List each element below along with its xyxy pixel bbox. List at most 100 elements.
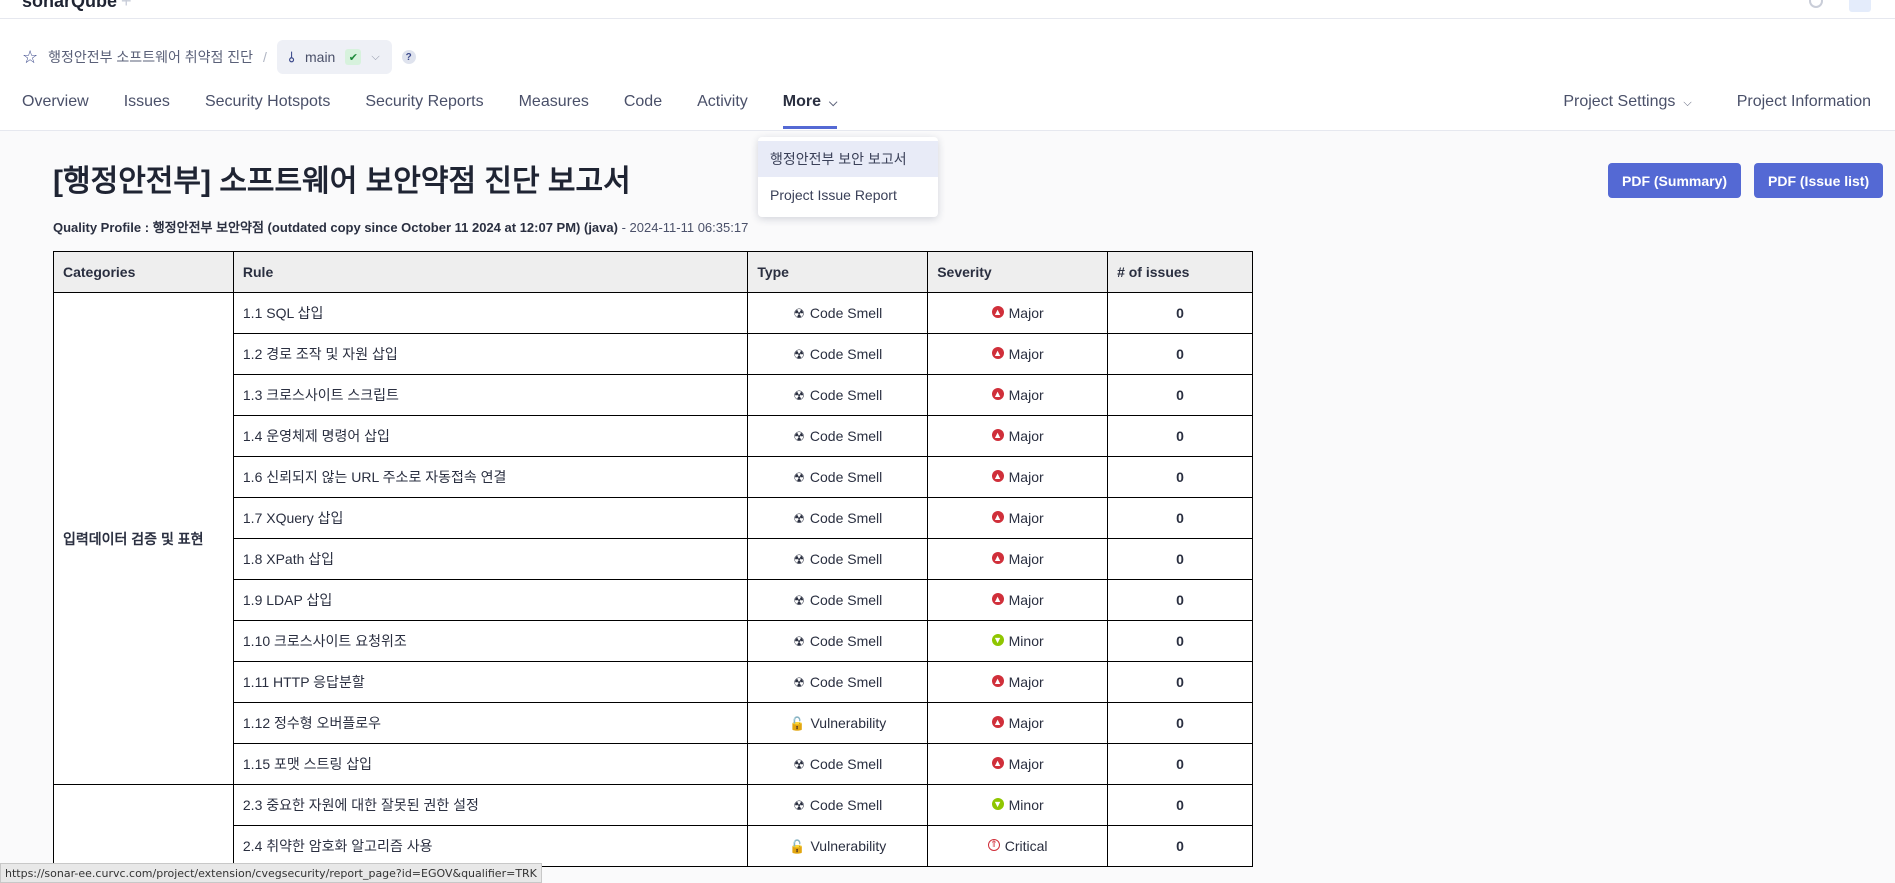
pdf-summary-button[interactable]: PDF (Summary) [1608, 163, 1742, 198]
project-settings-menu[interactable]: Project Settings ⌵ [1563, 89, 1691, 129]
type-label: Code Smell [809, 345, 883, 362]
question-icon[interactable]: ? [401, 50, 416, 64]
arrow-up-icon: ▲ [991, 593, 1004, 606]
issue-count-cell[interactable]: 0 [1107, 620, 1253, 662]
type-label: Code Smell [809, 509, 883, 526]
tab-measures[interactable]: Measures [519, 89, 589, 129]
quality-profile-label: Quality Profile : [53, 220, 153, 235]
arrow-up-icon: ▲ [991, 388, 1004, 401]
rule-cell[interactable]: 1.12 정수형 오버플로우 [232, 702, 749, 744]
severity-label: Major [1008, 469, 1044, 485]
rule-cell[interactable]: 1.6 신뢰되지 않는 URL 주소로 자동접속 연결 [232, 456, 749, 498]
arrow-down-icon: ▼ [991, 798, 1004, 811]
radiation-icon: ☢ [793, 797, 805, 813]
rule-cell[interactable]: 1.10 크로스사이트 요청위조 [232, 620, 749, 662]
table-row: 1.3 크로스사이트 스크립트 ☢ Code Smell ▲ Major 0 [54, 374, 1253, 416]
rule-cell[interactable]: 2.3 중요한 자원에 대한 잘못된 권한 설정 [232, 784, 749, 826]
tab-security-hotspots[interactable]: Security Hotspots [205, 89, 330, 129]
severity-cell: ▲ Major [927, 661, 1109, 703]
issue-count-cell[interactable]: 0 [1107, 579, 1253, 621]
avatar[interactable] [1849, 0, 1871, 12]
type-cell: 🔓 Vulnerability [747, 825, 929, 867]
menu-item-security-report[interactable]: 행정안전부 보안 보고서 [758, 141, 938, 177]
table-row: 1.6 신뢰되지 않는 URL 주소로 자동접속 연결 ☢ Code Smell ▲ M… [54, 456, 1253, 498]
header-rule: Rule [232, 251, 749, 293]
severity-label: Major [1008, 592, 1044, 608]
issue-count-cell[interactable]: 0 [1107, 374, 1253, 416]
issue-count-cell[interactable]: 0 [1107, 292, 1253, 334]
severity-cell: ▲ Major [927, 538, 1109, 580]
severity-cell: ▲ Major [927, 333, 1109, 375]
project-name[interactable]: 행정안전부 소프트웨어 취약점 진단 [48, 47, 253, 67]
logo-mark: + [121, 0, 132, 11]
help-circle-icon[interactable] [1809, 0, 1823, 8]
rule-cell[interactable]: 2.4 취약한 암호화 알고리즘 사용 [232, 825, 749, 867]
more-dropdown-menu: 행정안전부 보안 보고서 Project Issue Report [758, 137, 938, 217]
table-row: 2.3 중요한 자원에 대한 잘못된 권한 설정 ☢ Code Smell ▼ Mino… [53, 784, 1253, 867]
tab-code[interactable]: Code [624, 89, 662, 129]
severity-cell: ▲ Major [927, 497, 1109, 539]
type-label: Code Smell [809, 386, 883, 403]
rule-cell[interactable]: 1.11 HTTP 응답분할 [232, 661, 749, 703]
branch-selector[interactable]: ⫰ main ✔ ⌵ [276, 40, 392, 74]
table-row: 1.15 포맷 스트링 삽입 ☢ Code Smell ▲ Major 0 [54, 743, 1253, 785]
issue-count-cell[interactable]: 0 [1107, 538, 1253, 580]
report-timestamp: - 2024-11-11 06:35:17 [617, 220, 749, 235]
issue-count-cell[interactable]: 0 [1107, 456, 1253, 498]
severity-cell: ⇑ Critical [927, 825, 1109, 867]
table-header-row: Categories Rule Type Severity # of issue… [53, 251, 1253, 293]
radiation-icon: ☢ [793, 551, 805, 567]
project-information-link[interactable]: Project Information [1737, 89, 1871, 129]
table-row: 1.10 크로스사이트 요청위조 ☢ Code Smell ▼ Minor 0 [54, 620, 1253, 662]
severity-label: Minor [1008, 633, 1044, 649]
tab-more[interactable]: More ⌵ [782, 89, 837, 129]
arrow-up-icon: ▲ [991, 470, 1004, 483]
tab-security-reports[interactable]: Security Reports [365, 89, 483, 129]
table-row: 1.4 운영체제 명령어 삽입 ☢ Code Smell ▲ Major 0 [54, 415, 1253, 457]
rule-cell[interactable]: 1.2 경로 조작 및 자원 삽입 [232, 333, 749, 375]
rule-cell[interactable]: 1.8 XPath 삽입 [232, 538, 749, 580]
chevron-down-icon: ⌵ [1683, 97, 1692, 109]
rule-cell[interactable]: 1.1 SQL 삽입 [232, 292, 749, 334]
quality-profile-line: Quality Profile : 행정안전부 보안약점 (outdated c… [53, 217, 748, 236]
tab-overview[interactable]: Overview [22, 89, 89, 129]
pdf-issue-list-button[interactable]: PDF (Issue list) [1754, 163, 1884, 198]
issue-count-cell[interactable]: 0 [1107, 333, 1253, 375]
type-label: Code Smell [809, 468, 883, 485]
type-cell: ☢ Code Smell [747, 743, 929, 785]
radiation-icon: ☢ [793, 510, 805, 526]
type-label: Code Smell [809, 427, 883, 444]
severity-label: Major [1008, 387, 1044, 403]
lock-icon: 🔓 [789, 838, 806, 854]
category-cell-2 [53, 784, 234, 867]
arrow-up-icon: ▲ [991, 552, 1004, 565]
issue-count-cell[interactable]: 0 [1107, 415, 1253, 457]
rule-cell[interactable]: 1.3 크로스사이트 스크립트 [232, 374, 749, 416]
header-type: Type [747, 251, 929, 293]
menu-item-project-issue-report[interactable]: Project Issue Report [758, 177, 938, 213]
issue-count-cell[interactable]: 0 [1107, 743, 1253, 785]
type-cell: ☢ Code Smell [747, 333, 929, 375]
issue-count-cell[interactable]: 0 [1107, 661, 1253, 703]
type-label: Vulnerability [810, 837, 887, 854]
rule-cell[interactable]: 1.15 포맷 스트링 삽입 [232, 743, 749, 785]
issue-count-cell[interactable]: 0 [1107, 497, 1253, 539]
rule-cell[interactable]: 1.4 운영체제 명령어 삽입 [232, 415, 749, 457]
table-row: 1.2 경로 조작 및 자원 삽입 ☢ Code Smell ▲ Major 0 [54, 333, 1253, 375]
issue-count-cell[interactable]: 0 [1107, 702, 1253, 744]
rule-cell[interactable]: 1.7 XQuery 삽입 [232, 497, 749, 539]
sonarqube-logo[interactable]: sonarQube + [22, 0, 132, 12]
arrow-up-icon: ▲ [991, 757, 1004, 770]
tab-activity[interactable]: Activity [697, 89, 748, 129]
arrow-down-icon: ▼ [991, 634, 1004, 647]
type-cell: ☢ Code Smell [747, 497, 929, 539]
branch-name: main [305, 49, 336, 65]
star-icon[interactable]: ☆ [22, 47, 38, 68]
tab-issues[interactable]: Issues [124, 89, 170, 129]
severity-label: Major [1008, 510, 1044, 526]
header-categories: Categories [53, 251, 234, 293]
rule-cell[interactable]: 1.9 LDAP 삽입 [232, 579, 749, 621]
issue-count-cell[interactable]: 0 [1107, 784, 1253, 826]
type-cell: ☢ Code Smell [747, 538, 929, 580]
issue-count-cell[interactable]: 0 [1107, 825, 1253, 867]
